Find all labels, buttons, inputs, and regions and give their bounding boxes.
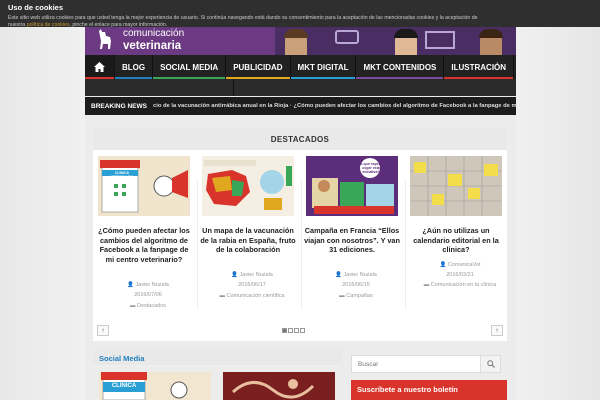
card-title[interactable]: ¿Aún no utilizas un calendario editorial… <box>407 226 505 255</box>
person-illustration <box>479 29 503 55</box>
card-category: ▬ Destacados <box>103 303 193 309</box>
card-date: 2016/07/06 <box>134 292 162 298</box>
card-author: 👤 Javier Nuzala <box>311 272 401 278</box>
breaking-news-bar: BREAKING NEWS cio de la vacunación antir… <box>85 97 516 115</box>
card-thumbnail[interactable]: CLÍNICA VETERINARIA <box>98 156 190 216</box>
nav-label: BLOG <box>122 62 146 72</box>
nav-item-blog[interactable]: BLOG <box>115 55 154 79</box>
card-date: 2016/03/21 <box>446 272 474 278</box>
category-name[interactable]: Comunicación científica <box>226 293 284 299</box>
author-icon: 👤 <box>439 262 447 268</box>
breaking-news-ticker[interactable]: cio de la vacunación antirrábica anual e… <box>153 103 516 109</box>
home-icon <box>94 62 105 72</box>
page-background-left <box>0 27 85 400</box>
site-logo[interactable]: comunicación veterinaria <box>123 28 184 52</box>
nav-item-publicidad[interactable]: PUBLICIDAD <box>226 55 291 79</box>
folder-icon: ▬ <box>423 282 430 288</box>
secondary-nav <box>85 79 516 96</box>
author-icon: 👤 <box>127 282 134 288</box>
card-author: 👤 Javier Nuzala <box>207 272 297 278</box>
nav-item-social-media[interactable]: SOCIAL MEDIA <box>153 55 227 79</box>
social-media-heading: Social Media <box>93 349 342 367</box>
category-name[interactable]: Destacados <box>137 303 166 309</box>
carousel-next-button[interactable]: › <box>491 325 503 336</box>
card-category: ▬ Comunicación científica <box>207 293 297 299</box>
featured-card[interactable]: CLÍNICA VETERINARIA ¿Cómo pueden afectar… <box>93 156 193 316</box>
folder-icon: ▬ <box>339 293 345 299</box>
cookie-policy-link[interactable]: política de cookies <box>27 22 70 28</box>
nav-item-mkt-digital[interactable]: MKT DIGITAL <box>290 55 357 79</box>
main-nav: BLOG SOCIAL MEDIA PUBLICIDAD MKT DIGITAL… <box>85 55 516 79</box>
carousel-dot[interactable] <box>288 328 293 333</box>
folder-icon: ▬ <box>219 293 225 299</box>
page-background-right <box>516 27 600 400</box>
category-name[interactable]: Campañas <box>346 293 373 299</box>
category-name[interactable]: Comunicación en la clínica <box>431 282 496 288</box>
carousel-prev-button[interactable]: ‹ <box>97 325 109 336</box>
card-category: ▬ Campañas <box>311 293 401 299</box>
card-title[interactable]: Campaña en Francia “Ellos viajan con nos… <box>303 226 401 255</box>
social-post-thumbnail[interactable] <box>223 372 335 400</box>
author-name: Javier Nuzala <box>343 272 377 278</box>
person-illustration <box>284 29 308 55</box>
search-box <box>351 355 501 373</box>
monitor-icon <box>425 31 455 49</box>
thumbnail-label: CLÍNICA VETERINARIA <box>110 171 134 179</box>
search-input[interactable] <box>352 356 480 372</box>
thumbnail-label: ¿A qué esperas coger esta iniciativa? <box>358 162 384 174</box>
header-banner-illustration <box>275 27 516 55</box>
card-thumbnail[interactable] <box>202 156 294 216</box>
cookie-banner: Uso de cookies Este sitio web utiliza co… <box>0 0 600 29</box>
cookie-message-end: , pinche el enlace para mayor informació… <box>69 22 168 28</box>
card-category: ▬ Comunicación en la clínica <box>415 282 505 288</box>
author-name: Javier Nuzala <box>239 272 273 278</box>
nav-label: ILUSTRACIÓN <box>451 62 507 72</box>
featured-card[interactable]: Un mapa de la vacunación de la rabia en … <box>197 156 297 316</box>
card-thumbnail[interactable]: ¿A qué esperas coger esta iniciativa? <box>306 156 398 216</box>
social-post-thumbnail[interactable]: CLÍNICA <box>99 372 211 400</box>
logo-line-1: comunicación <box>123 28 185 39</box>
card-author: 👤 Javier Nuzala <box>103 282 193 288</box>
cookie-text: Este sitio web utiliza cookies para que … <box>8 15 488 29</box>
card-date: 2016/06/15 <box>342 282 370 288</box>
home-button[interactable] <box>85 55 115 79</box>
carousel-dot[interactable] <box>282 328 287 333</box>
breaking-news-label: BREAKING NEWS <box>91 102 147 110</box>
nav-label: PUBLICIDAD <box>233 62 283 72</box>
nav-item-ilustracion[interactable]: ILUSTRACIÓN <box>444 55 515 79</box>
featured-card[interactable]: ¿Aún no utilizas un calendario editorial… <box>405 156 505 316</box>
card-date: 2016/06/17 <box>238 282 266 288</box>
nav-label: MKT CONTENIDOS <box>363 62 437 72</box>
featured-section: DESTACADOS CLÍNICA VETERINARIA ¿Cómo pue… <box>93 128 507 341</box>
author-name: Javier Nuzala <box>135 282 169 288</box>
search-button[interactable] <box>480 356 500 372</box>
thumbnail-label: CLÍNICA <box>111 383 137 389</box>
carousel-dot[interactable] <box>300 328 305 333</box>
cookie-title: Uso de cookies <box>8 3 64 12</box>
nav-item-empty[interactable] <box>149 79 234 96</box>
chat-bubble-icon <box>335 30 359 44</box>
person-illustration <box>394 29 418 55</box>
search-icon <box>486 360 495 368</box>
author-icon: 👤 <box>335 272 342 278</box>
folder-icon: ▬ <box>129 303 136 309</box>
carousel-pagination <box>282 328 305 334</box>
author-name: ComunicaVet <box>447 262 481 268</box>
nav-label: MKT DIGITAL <box>297 62 349 72</box>
carousel-dot[interactable] <box>294 328 299 333</box>
featured-heading: DESTACADOS <box>93 128 507 150</box>
nav-label: SOCIAL MEDIA <box>160 62 219 72</box>
card-title[interactable]: Un mapa de la vacunación de la rabia en … <box>199 226 297 255</box>
logo-line-2: veterinaria <box>123 40 182 52</box>
logo-llama-icon[interactable] <box>93 27 115 53</box>
featured-card[interactable]: ¿A qué esperas coger esta iniciativa? Ca… <box>301 156 401 316</box>
newsletter-heading: Suscríbete a nuestro boletín <box>351 380 507 400</box>
card-title[interactable]: ¿Cómo pueden afectar los cambios del alg… <box>95 226 193 264</box>
featured-carousel: CLÍNICA VETERINARIA ¿Cómo pueden afectar… <box>93 150 507 320</box>
card-author: 👤 ComunicaVet <box>415 262 505 268</box>
nav-item-mkt-contenidos[interactable]: MKT CONTENIDOS <box>356 55 445 79</box>
site-header: comunicación veterinaria <box>85 27 516 55</box>
card-thumbnail[interactable] <box>410 156 502 216</box>
author-icon: 👤 <box>231 272 238 278</box>
